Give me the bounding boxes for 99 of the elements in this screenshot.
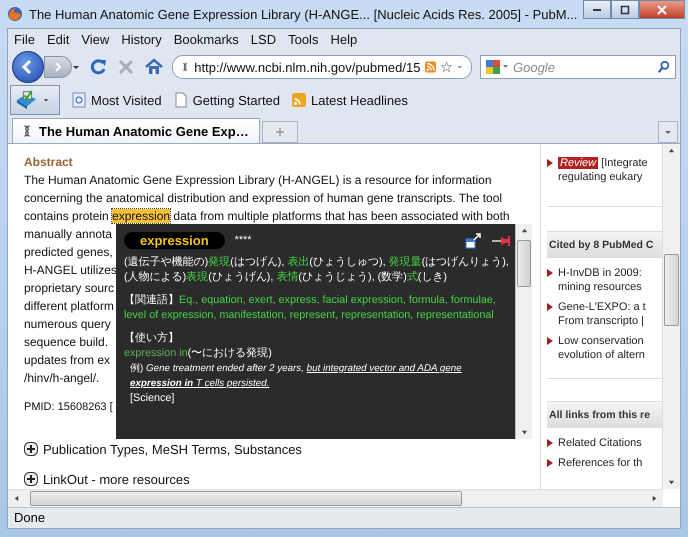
scroll-right-icon[interactable] — [651, 495, 658, 502]
dropdown-icon[interactable] — [72, 63, 80, 71]
caret-icon — [664, 128, 672, 136]
usage-heading: 【使い方】 — [124, 331, 180, 346]
home-icon[interactable] — [144, 57, 164, 77]
menu-item[interactable]: File — [14, 32, 35, 46]
search-page-icon — [72, 92, 86, 108]
menu-item[interactable]: Help — [330, 32, 358, 46]
example-sentence: 例) Gene treatment ended after 2 years, but integrated vector and ADA gene expression in T cells persisted. — [129, 362, 463, 391]
scroll-thumb[interactable] — [517, 240, 531, 287]
abstract-text: The Human Anatomic Gene Expression Library (H-ANGEL) is a resource for information — [24, 173, 492, 187]
abstract-text: proprietary sourc — [24, 281, 114, 295]
scroll-down-icon[interactable] — [520, 429, 528, 436]
frequency-rating: **** — [234, 233, 252, 248]
source-text: [Science] — [129, 391, 176, 406]
resize-icon[interactable] — [465, 232, 481, 248]
citation-link[interactable]: References for th — [558, 457, 642, 469]
bookmark-link[interactable]: Latest Headlines — [311, 92, 408, 108]
bullet-icon — [547, 303, 554, 311]
citation-link[interactable]: Low conservation — [558, 335, 644, 347]
usage-phrase: expression in(〜における発現) — [124, 346, 273, 361]
menu-item[interactable]: Edit — [46, 32, 70, 46]
abstract-text: predicted genes, — [24, 245, 113, 259]
bullet-icon — [547, 337, 554, 345]
highlighted-word: expression — [112, 209, 170, 223]
abstract-text: H-ANGEL utilizes — [24, 263, 117, 277]
citation-link[interactable]: H-InvDB in 2009: — [558, 267, 642, 279]
headword: expression — [124, 232, 225, 249]
meaning-text: (遺伝子や機能の)発現(はつげん), 表出(ひょうしゅつ), 発現量(はつげんりょう), (人物による)表現(ひょうげん), 表情(ひょうじょう), (数学)式(しき) — [124, 255, 510, 285]
section-link[interactable]: LinkOut - more resources — [43, 472, 190, 486]
address-text: http://www.ncbi.nlm.nih.gov/pubmed/15 — [194, 60, 420, 74]
citation-link[interactable]: Gene-L'EXPO: a t — [558, 301, 646, 313]
citation-link[interactable]: evolution of altern — [558, 349, 645, 361]
citation-link[interactable]: regulating eukary — [558, 171, 642, 183]
rss-icon — [292, 93, 306, 107]
browser-tab[interactable]: The Human Anatomic Gene Exp… — [12, 118, 260, 143]
search-icon[interactable] — [657, 60, 671, 74]
scrollbar[interactable] — [515, 224, 532, 439]
abstract-text: updates from ex — [24, 353, 110, 367]
abstract-text: manually annota — [24, 227, 112, 241]
bullet-icon — [547, 459, 554, 467]
bookmark-link[interactable]: Getting Started — [192, 92, 280, 108]
scrollbar[interactable] — [8, 489, 663, 507]
bullet-icon — [547, 439, 554, 447]
scroll-thumb[interactable] — [664, 254, 680, 326]
citation-link[interactable]: mining resources — [558, 281, 642, 293]
back-button[interactable] — [12, 51, 44, 83]
section-heading: Abstract — [24, 154, 74, 171]
address-field[interactable]: http://www.ncbi.nlm.nih.gov/pubmed/15 — [172, 55, 472, 79]
abstract-text: /hinv/h-angel/. — [24, 371, 100, 385]
search-engine-icon[interactable] — [485, 59, 509, 75]
page-icon — [174, 92, 188, 108]
browser-logo-icon — [7, 6, 23, 22]
menu-item[interactable]: Bookmarks — [174, 32, 239, 46]
minimize-button[interactable] — [583, 0, 612, 19]
extension-button[interactable] — [10, 85, 60, 115]
related-words: 【関連語】Eq., equation, exert, express, facial expression, formula, formulae, level of expression, manifestation, represent, representation, representational — [124, 293, 497, 323]
reload-icon[interactable] — [88, 57, 108, 77]
caret-icon — [43, 97, 49, 103]
menu-item[interactable]: LSD — [250, 32, 276, 46]
expand-icon[interactable] — [24, 442, 38, 456]
window-title: The Human Anatomic Gene Expression Library (H-ANGE... [Nucleic Acids Res. 2005] - PubM... — [29, 6, 578, 22]
maximize-icon — [620, 4, 630, 14]
scroll-left-icon[interactable] — [13, 495, 20, 502]
minimize-icon — [593, 8, 602, 10]
pin-icon[interactable] — [491, 234, 511, 246]
menu-item[interactable]: View — [81, 32, 110, 46]
bookmark-link[interactable]: Most Visited — [91, 92, 162, 108]
close-button[interactable] — [639, 0, 686, 19]
citation-link[interactable]: [Integrate — [601, 157, 648, 169]
citation-link[interactable]: Related Citations — [558, 437, 642, 449]
pmid-text: PMID: 15608263 [ — [24, 401, 113, 413]
abstract-text: concerning the anatomical distribution and expression of human gene transcripts. The tool — [24, 191, 502, 205]
plus-icon — [275, 127, 285, 137]
scroll-down-icon[interactable] — [668, 479, 676, 486]
scrollbar[interactable] — [662, 144, 680, 489]
close-icon — [657, 4, 668, 14]
scroll-thumb[interactable] — [30, 491, 462, 506]
scroll-up-icon[interactable] — [668, 147, 676, 154]
scroll-up-icon[interactable] — [520, 227, 528, 234]
panel-title: Cited by 8 PubMed C — [547, 232, 662, 258]
panel-title: All links from this re — [547, 402, 662, 428]
review-tag: Review — [558, 157, 598, 169]
maximize-button[interactable] — [611, 0, 640, 19]
abstract-text: sequence build. — [24, 335, 108, 349]
star-icon[interactable] — [441, 59, 452, 75]
abstract-text: numerous query — [24, 317, 111, 331]
abstract-text: data from multiple platforms that has been associated with both — [172, 209, 510, 223]
abstract-text: contains protein — [24, 209, 110, 223]
abstract-text: different platform — [24, 299, 114, 313]
section-link[interactable]: Publication Types, MeSH Terms, Substances — [43, 442, 302, 456]
menu-item[interactable]: History — [121, 32, 162, 46]
search-box[interactable]: Google — [480, 55, 676, 79]
menu-item[interactable]: Tools — [288, 32, 318, 46]
bullet-icon — [547, 159, 554, 167]
expand-icon[interactable] — [24, 472, 38, 486]
bullet-icon — [547, 269, 554, 277]
status-text: Done — [14, 510, 46, 525]
citation-link[interactable]: From transcripto | — [558, 315, 644, 327]
